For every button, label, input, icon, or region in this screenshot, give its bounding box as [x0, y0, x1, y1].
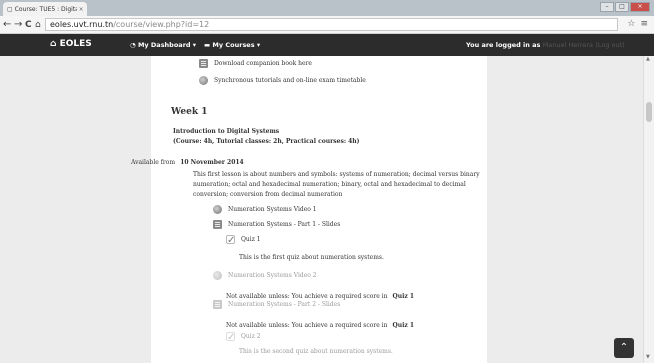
restriction-prefix: Not available unless: You achieve a requ… — [226, 293, 388, 300]
activity-slides1[interactable]: Numeration Systems - Part 1 - Slides — [213, 220, 340, 229]
reload-button[interactable]: C — [25, 18, 32, 32]
restriction-quiz-link[interactable]: Quiz 1 — [393, 322, 415, 329]
activity-video2[interactable]: Numeration Systems Video 2 — [213, 271, 317, 280]
quiz-check-icon: ✓ — [226, 235, 236, 246]
logout-link[interactable]: (Log out) — [595, 41, 624, 49]
activity-video1[interactable]: Numeration Systems Video 1 — [213, 205, 317, 214]
activity-quiz1[interactable]: ✓ Quiz 1 — [226, 235, 261, 246]
logged-in-prefix: You are logged in as — [466, 41, 541, 49]
activity-quiz2[interactable]: ✓ Quiz 2 — [226, 332, 261, 343]
bookmark-star-icon[interactable]: ☆ — [627, 19, 635, 29]
availability-row: Available from 10 November 2014 — [131, 153, 244, 172]
quiz-check-icon: ✓ — [226, 332, 236, 343]
resource-icon — [199, 76, 208, 85]
browser-tab[interactable]: ▢ Course: TUE5 : Digital ele... × — [3, 2, 87, 16]
dashboard-icon: ◔ — [130, 41, 138, 49]
scrollbar-thumb[interactable] — [646, 102, 652, 122]
url-input[interactable]: eoles.uvt.rnu.tn/course/view.php?id=12 — [45, 18, 618, 31]
activity-label: Numeration Systems Video 2 — [228, 272, 317, 279]
dashboard-label: My Dashboard — [137, 41, 191, 49]
video-icon — [213, 205, 222, 214]
week-intro: This first lesson is about numbers and s… — [193, 171, 480, 198]
address-bar-icons: ☆ ≡ — [627, 19, 648, 29]
tab-title: Course: TUE5 : Digital ele... — [14, 5, 77, 13]
favicon-icon: ▢ — [7, 5, 13, 13]
my-courses-menu[interactable]: ▬ My Courses ▾ — [204, 41, 260, 49]
home-icon: ⌂ — [50, 39, 60, 49]
file-icon — [213, 300, 222, 309]
video-icon — [213, 271, 222, 280]
activity-label: Download companion book here — [214, 60, 312, 67]
file-icon — [199, 59, 208, 68]
address-bar-row: ← → C ⌂ eoles.uvt.rnu.tn/course/view.php… — [0, 16, 654, 34]
activity-label: Numeration Systems - Part 2 - Slides — [228, 301, 341, 308]
available-date: 10 November 2014 — [180, 159, 244, 166]
week-title: Week 1 — [171, 107, 208, 117]
quiz2-description-row: This is the second quiz about numeration… — [239, 348, 393, 355]
url-host: eoles.uvt.rnu.tn — [50, 20, 114, 29]
window-controls: – □ × — [600, 2, 650, 12]
url-path: /course/view.php?id=12 — [113, 20, 210, 29]
tab-close-icon[interactable]: × — [79, 6, 84, 13]
activity-label: Numeration Systems - Part 1 - Slides — [228, 221, 341, 228]
activity-timetable[interactable]: Synchronous tutorials and on-line exam t… — [199, 76, 366, 85]
activity-label: Quiz 1 — [241, 236, 261, 243]
courses-label: My Courses — [212, 41, 255, 49]
week-detail-row: (Course: 4h, Tutorial classes: 2h, Pract… — [173, 138, 360, 145]
back-to-top-button[interactable]: ⌃ — [614, 338, 634, 358]
activity-download-book[interactable]: Download companion book here — [199, 59, 312, 68]
week-detail: (Course: 4h, Tutorial classes: 2h, Pract… — [173, 138, 360, 145]
back-button[interactable]: ← — [3, 18, 11, 32]
maximize-button[interactable]: □ — [615, 2, 629, 12]
user-name-link[interactable]: Manuel Herrera — [543, 41, 593, 49]
available-prefix: Available from — [131, 159, 176, 166]
close-window-button[interactable]: × — [630, 2, 650, 12]
scroll-up-icon[interactable]: ▲ — [646, 56, 650, 62]
activity-slides2[interactable]: Numeration Systems - Part 2 - Slides — [213, 300, 340, 309]
week-subtitle-row: Introduction to Digital Systems — [173, 128, 279, 135]
course-content: Download companion book here Synchronous… — [151, 56, 487, 363]
my-dashboard-menu[interactable]: ◔ My Dashboard ▾ — [130, 41, 196, 49]
forward-button[interactable]: → — [14, 18, 22, 32]
quiz2-description: This is the second quiz about numeration… — [239, 348, 393, 355]
page-scrollbar[interactable]: ▲ ▼ — [643, 56, 654, 363]
activity-label: Quiz 2 — [241, 333, 261, 340]
activity-label: Numeration Systems Video 1 — [228, 206, 317, 213]
site-brand[interactable]: ⌂ EOLES — [50, 39, 92, 49]
brand-label: EOLES — [59, 39, 92, 49]
restriction-prefix: Not available unless: You achieve a requ… — [226, 322, 388, 329]
quiz1-description-row: This is the first quiz about numeration … — [239, 254, 384, 261]
caret-down-icon: ▾ — [190, 41, 197, 49]
restriction-quiz-link[interactable]: Quiz 1 — [393, 293, 415, 300]
login-info: You are logged in as Manuel Herrera (Log… — [466, 41, 625, 49]
site-navbar: ⌂ EOLES ◔ My Dashboard ▾ ▬ My Courses ▾ … — [0, 34, 654, 56]
browser-tab-strip: ▢ Course: TUE5 : Digital ele... × – □ × — [0, 0, 654, 16]
scroll-down-icon[interactable]: ▼ — [646, 354, 650, 360]
activity-label: Synchronous tutorials and on-line exam t… — [214, 77, 366, 84]
caret-down-icon: ▾ — [254, 41, 261, 49]
home-button[interactable]: ⌂ — [35, 18, 41, 32]
week-subtitle: Introduction to Digital Systems — [173, 128, 280, 135]
minimize-button[interactable]: – — [600, 2, 614, 12]
file-icon — [213, 220, 222, 229]
menu-icon[interactable]: ≡ — [640, 19, 648, 29]
quiz1-description: This is the first quiz about numeration … — [239, 254, 384, 261]
